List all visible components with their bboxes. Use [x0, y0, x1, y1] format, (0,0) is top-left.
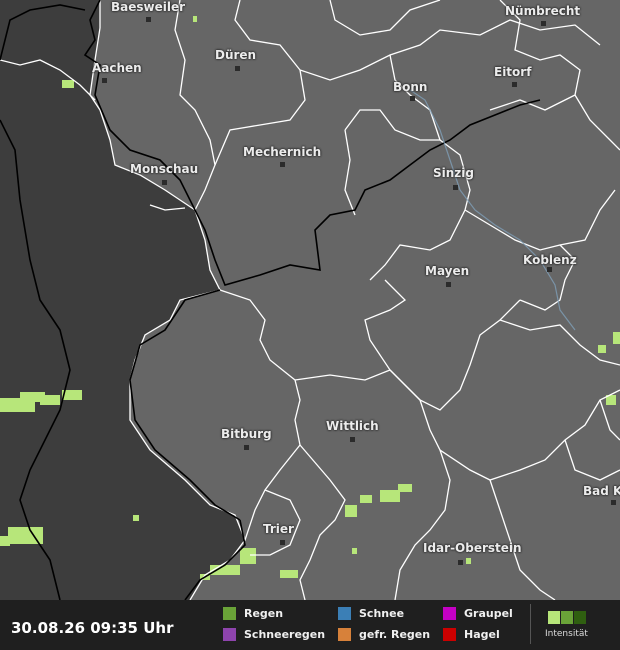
legend-swatch-regen [223, 607, 236, 620]
city-label-monschau: Monschau [130, 162, 199, 176]
city-marker-aachen [102, 78, 107, 83]
city-marker-eitorf [512, 82, 517, 87]
legend-label-hagel: Hagel [464, 628, 500, 641]
city-marker-bitburg [244, 445, 249, 450]
weather-radar-map[interactable]: Baesweiler Nümbrecht Düren Aachen Eitorf Bonn… [0, 0, 620, 600]
city-marker-d-ren [235, 66, 240, 71]
intensity-label: Intensität [545, 629, 588, 639]
city-label-trier: Trier [263, 522, 294, 536]
legend-item-schnee: Schnee [338, 607, 404, 620]
city-label-n-mbrecht: Nümbrecht [505, 4, 581, 18]
city-label-idar-oberstein: Idar-Oberstein [423, 541, 522, 555]
city-label-d-ren: Düren [215, 48, 257, 62]
legend-bar: 30.08.26 09:35 Uhr Regen Schneeregen Sch… [0, 600, 620, 650]
legend-item-gefr-regen: gefr. Regen [338, 628, 430, 641]
city-marker-baesweiler [146, 17, 151, 22]
city-label-wittlich: Wittlich [326, 419, 379, 433]
city-marker-monschau [162, 180, 167, 185]
city-marker-bonn [410, 96, 415, 101]
city-marker-wittlich [350, 437, 355, 442]
city-label-baesweiler: Baesweiler [111, 0, 186, 14]
legend-item-graupel: Graupel [443, 607, 513, 620]
legend-swatch-hagel [443, 628, 456, 641]
city-marker-koblenz [547, 267, 552, 272]
intensity-swatch-light [548, 611, 560, 624]
map-geometry [0, 0, 620, 600]
city-label-eitorf: Eitorf [494, 65, 532, 79]
city-label-aachen: Aachen [92, 61, 142, 75]
city-label-koblenz: Koblenz [523, 253, 577, 267]
city-marker-n-mbrecht [541, 21, 546, 26]
city-marker-sinzig [453, 185, 458, 190]
city-marker-mayen [446, 282, 451, 287]
city-marker-trier [280, 540, 285, 545]
intensity-swatch-mid [561, 611, 573, 624]
legend-item-hagel: Hagel [443, 628, 500, 641]
legend-label-regen: Regen [244, 607, 284, 620]
legend-item-regen: Regen [223, 607, 283, 620]
city-label-sinzig: Sinzig [433, 166, 474, 180]
legend-swatch-gefr-regen [338, 628, 351, 641]
city-label-mechernich: Mechernich [243, 145, 322, 159]
legend-label-schneeregen: Schneeregen [244, 628, 326, 641]
intensity-swatch-dark [574, 611, 586, 624]
city-label-mayen: Mayen [425, 264, 470, 278]
legend-swatch-graupel [443, 607, 456, 620]
city-marker-bad-k [611, 500, 616, 505]
legend-separator [530, 604, 531, 644]
legend-label-graupel: Graupel [464, 607, 513, 620]
legend-swatch-schneeregen [223, 628, 236, 641]
legend-swatch-schnee [338, 607, 351, 620]
city-marker-idar-oberstein [458, 560, 463, 565]
legend-label-schnee: Schnee [359, 607, 405, 620]
legend-label-gefr-regen: gefr. Regen [359, 628, 431, 641]
radar-timestamp: 30.08.26 09:35 Uhr [11, 619, 174, 637]
city-label-bitburg: Bitburg [221, 427, 272, 441]
city-marker-mechernich [280, 162, 285, 167]
city-label-bonn: Bonn [393, 80, 428, 94]
legend-item-schneeregen: Schneeregen [223, 628, 325, 641]
city-label-bad-k: Bad K [583, 484, 620, 498]
